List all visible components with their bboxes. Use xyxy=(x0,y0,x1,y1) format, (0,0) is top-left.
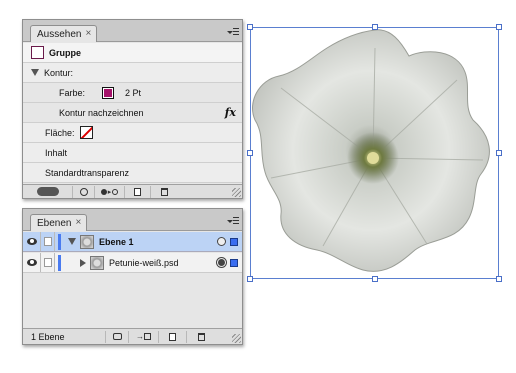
layers-panel: Ebenen × Ebene 1 Petunie-weiß.psd 1 Eben… xyxy=(22,208,243,345)
resize-handle[interactable] xyxy=(247,150,253,156)
new-item-icon xyxy=(134,187,141,196)
layers-tabstrip: Ebenen × xyxy=(23,209,242,231)
stroke-weight[interactable]: 2 Pt xyxy=(125,88,141,98)
tab-layers[interactable]: Ebenen × xyxy=(30,214,88,231)
eye-icon xyxy=(26,259,37,266)
lock-toggle[interactable] xyxy=(41,232,55,251)
stroke-color-row[interactable]: Farbe: 2 Pt xyxy=(23,83,242,103)
fill-none-swatch[interactable] xyxy=(79,126,93,139)
collapse-triangle-icon[interactable] xyxy=(80,258,86,267)
resize-handle[interactable] xyxy=(496,276,502,282)
stroke-label: Kontur: xyxy=(44,67,74,78)
content-row[interactable]: Inhalt xyxy=(23,143,242,163)
reduce-basic-appearance-button[interactable]: ▸ xyxy=(95,185,125,198)
toggle-icon xyxy=(36,187,59,196)
flower-stamen xyxy=(367,152,379,164)
stroke-trace-label: Kontur nachzeichnen xyxy=(59,107,144,118)
resize-handle[interactable] xyxy=(496,24,502,30)
tab-close-icon[interactable]: × xyxy=(75,218,81,228)
fill-label: Fläche: xyxy=(45,127,75,138)
appearance-bottom-toolbar: ▸ xyxy=(23,184,242,198)
panel-menu-icon[interactable] xyxy=(227,217,239,226)
resize-grip-icon[interactable] xyxy=(232,334,241,343)
toggle-thumbnails-button[interactable] xyxy=(23,185,73,198)
layer-row[interactable]: Ebene 1 xyxy=(23,232,242,252)
lock-icon xyxy=(43,237,52,246)
duplicate-item-button[interactable] xyxy=(125,185,151,198)
visibility-toggle[interactable] xyxy=(23,253,41,272)
delete-item-button[interactable] xyxy=(151,186,177,198)
new-layer-button[interactable] xyxy=(159,330,187,343)
lock-toggle[interactable] xyxy=(41,253,55,272)
panel-menu-icon[interactable] xyxy=(227,28,239,37)
resize-handle[interactable] xyxy=(247,276,253,282)
reduce-icon xyxy=(100,188,107,195)
stroke-row[interactable]: Kontur: xyxy=(23,63,242,83)
disclosure-triangle-icon[interactable] xyxy=(31,69,39,76)
resize-handle[interactable] xyxy=(247,24,253,30)
target-circle-icon[interactable] xyxy=(218,259,225,266)
layer-color-indicator xyxy=(58,233,61,250)
group-label: Gruppe xyxy=(49,47,82,58)
layer-thumbnail xyxy=(90,255,104,270)
tab-layers-label: Ebenen xyxy=(37,217,72,229)
appearance-group-row[interactable]: Gruppe xyxy=(23,43,242,63)
selection-indicator[interactable] xyxy=(230,258,238,267)
trash-icon xyxy=(160,187,168,196)
appearance-panel: – × Aussehen × Gruppe Kontur: Farbe: 2 P… xyxy=(22,19,243,199)
group-thumbnail xyxy=(31,46,44,59)
resize-handle[interactable] xyxy=(496,150,502,156)
fx-icon[interactable]: fx xyxy=(225,106,236,119)
selection-bounding-box[interactable] xyxy=(247,24,502,282)
tab-close-icon[interactable]: × xyxy=(85,29,91,39)
layer-thumbnail xyxy=(80,234,94,249)
stroke-color-swatch[interactable] xyxy=(102,86,115,99)
no-entry-icon xyxy=(79,187,88,196)
resize-handle[interactable] xyxy=(372,276,378,282)
content-label: Inhalt xyxy=(45,147,68,158)
resize-grip-icon[interactable] xyxy=(232,188,241,197)
new-sublayer-icon xyxy=(144,333,151,340)
layer-name[interactable]: Ebene 1 xyxy=(99,237,134,247)
tab-appearance[interactable]: Aussehen × xyxy=(30,25,98,42)
make-clipping-mask-button[interactable] xyxy=(105,330,129,343)
layer-count: 1 Ebene xyxy=(31,331,65,342)
visibility-toggle[interactable] xyxy=(23,232,41,251)
layer-name[interactable]: Petunie-weiß.psd xyxy=(109,258,179,268)
layer-color-indicator xyxy=(58,254,61,271)
expand-triangle-icon[interactable] xyxy=(68,238,76,245)
layer-row[interactable]: Petunie-weiß.psd xyxy=(23,253,242,273)
resize-handle[interactable] xyxy=(372,24,378,30)
new-layer-icon xyxy=(169,332,176,341)
selection-indicator[interactable] xyxy=(230,237,238,246)
delete-layer-button[interactable] xyxy=(187,331,215,343)
transparency-row[interactable]: Standardtransparenz xyxy=(23,163,242,183)
clipping-mask-icon xyxy=(112,333,122,340)
fill-row[interactable]: Fläche: xyxy=(23,123,242,143)
appearance-tabstrip: Aussehen × xyxy=(23,20,242,42)
tab-appearance-label: Aussehen xyxy=(37,28,82,40)
eye-icon xyxy=(26,238,37,245)
clear-appearance-button[interactable] xyxy=(73,185,95,198)
trash-icon xyxy=(197,332,205,341)
transparency-label: Standardtransparenz xyxy=(45,167,130,178)
stroke-color-label: Farbe: xyxy=(59,87,86,98)
lock-icon xyxy=(43,258,52,267)
layers-bottom-toolbar: 1 Ebene → xyxy=(23,328,242,344)
stroke-trace-row[interactable]: Kontur nachzeichnen fx xyxy=(23,103,242,123)
new-sublayer-button[interactable]: → xyxy=(129,330,159,343)
target-circle-icon[interactable] xyxy=(217,237,226,246)
petunia-flower-image[interactable] xyxy=(251,28,500,280)
